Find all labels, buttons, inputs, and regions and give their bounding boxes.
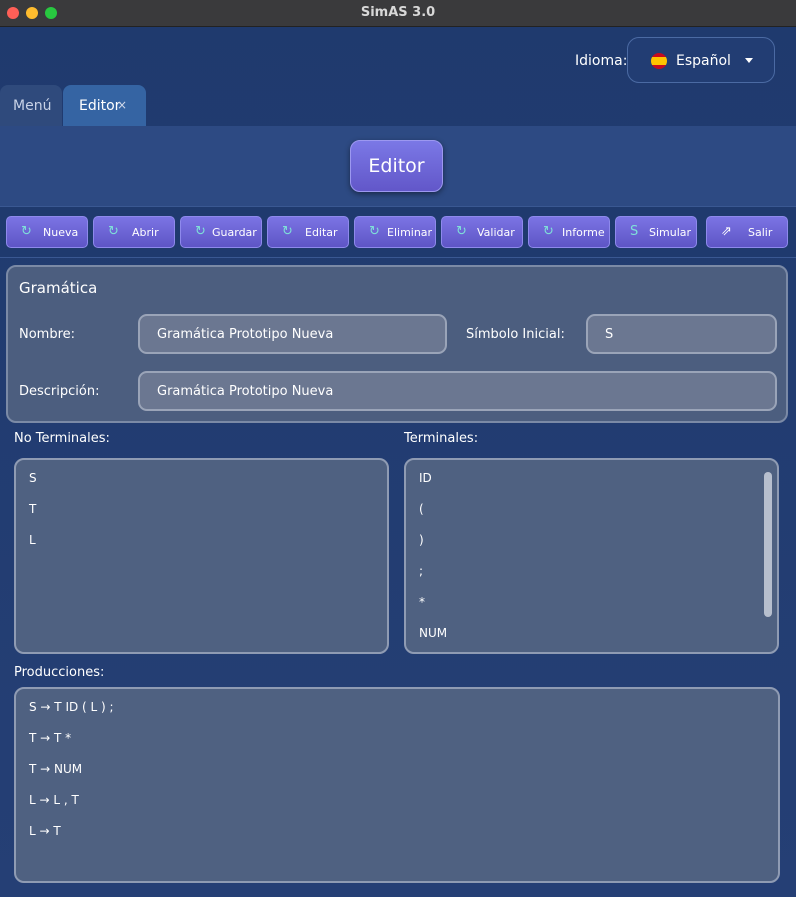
app-window: SimAS 3.0 Idioma: Español Menú Editor × …	[0, 0, 796, 897]
productions-list[interactable]: S → T ID ( L ) ; T → T * T → NUM L → L ,…	[14, 687, 780, 883]
open-button[interactable]: ↻ Abrir	[93, 216, 175, 248]
name-label: Nombre:	[19, 327, 76, 342]
spain-flag-icon	[651, 53, 667, 69]
terminals-list[interactable]: ID ( ) ; * NUM	[404, 458, 779, 654]
productions-label: Producciones:	[14, 665, 105, 680]
list-item[interactable]: ID	[419, 471, 432, 485]
list-item[interactable]: NUM	[419, 626, 447, 640]
list-item[interactable]: )	[419, 533, 424, 547]
report-button[interactable]: ↻ Informe	[528, 216, 610, 248]
language-label: Idioma:	[575, 53, 628, 69]
terminals-scrollbar[interactable]	[764, 472, 772, 617]
exit-icon: ⇗	[721, 224, 732, 239]
initial-symbol-field[interactable]: S	[586, 314, 777, 354]
name-field[interactable]: Gramática Prototipo Nueva	[138, 314, 447, 354]
non-terminals-list[interactable]: S T L	[14, 458, 389, 654]
list-item[interactable]: L	[29, 533, 36, 547]
open-icon: ↻	[108, 224, 119, 239]
delete-button[interactable]: ↻ Eliminar	[354, 216, 436, 248]
tab-menu-label: Menú	[13, 98, 52, 114]
tab-editor-label: Editor	[79, 98, 121, 114]
list-item[interactable]: S	[29, 471, 37, 485]
list-item[interactable]: L → T	[29, 824, 61, 838]
chevron-down-icon	[745, 58, 753, 63]
tab-editor[interactable]: Editor ×	[63, 85, 146, 126]
validate-button[interactable]: ↻ Validar	[441, 216, 523, 248]
exit-button[interactable]: ⇗ Salir	[706, 216, 788, 248]
description-field[interactable]: Gramática Prototipo Nueva	[138, 371, 777, 411]
name-value: Gramática Prototipo Nueva	[157, 327, 334, 342]
tab-menu[interactable]: Menú	[0, 85, 62, 126]
list-item[interactable]: T → T *	[29, 731, 71, 745]
window-title: SimAS 3.0	[360, 5, 436, 20]
toolbar: ↻ Nueva ↻ Abrir ↻ Guardar ↻ Editar ↻ Eliminar…	[0, 206, 796, 258]
save-button[interactable]: ↻ Guardar	[180, 216, 262, 248]
list-item[interactable]: L → L , T	[29, 793, 79, 807]
list-item[interactable]: S → T ID ( L ) ;	[29, 700, 114, 714]
list-item[interactable]: *	[419, 595, 425, 609]
title-bar: SimAS 3.0	[0, 0, 796, 27]
grammar-panel: Gramática Nombre: Gramática Prototipo Nu…	[6, 265, 788, 423]
language-select[interactable]: Español	[627, 37, 775, 83]
list-item[interactable]: T → NUM	[29, 762, 82, 776]
save-icon: ↻	[195, 224, 206, 239]
close-tab-icon[interactable]: ×	[117, 98, 127, 112]
editor-button[interactable]: Editor	[350, 140, 443, 192]
list-item[interactable]: ;	[419, 564, 423, 578]
delete-icon: ↻	[369, 224, 380, 239]
non-terminals-label: No Terminales:	[14, 431, 110, 446]
grammar-title: Gramática	[19, 279, 98, 297]
editor-header: Editor	[0, 126, 796, 206]
validate-icon: ↻	[456, 224, 467, 239]
simulate-icon: S	[630, 224, 639, 239]
list-item[interactable]: T	[29, 502, 36, 516]
terminals-label: Terminales:	[404, 431, 479, 446]
report-icon: ↻	[543, 224, 554, 239]
edit-icon: ↻	[282, 224, 293, 239]
language-value: Español	[676, 53, 731, 69]
new-icon: ↻	[21, 224, 32, 239]
description-label: Descripción:	[19, 384, 100, 399]
description-value: Gramática Prototipo Nueva	[157, 384, 334, 399]
list-item[interactable]: (	[419, 502, 424, 516]
initial-symbol-value: S	[605, 327, 614, 342]
simulate-button[interactable]: S Simular	[615, 216, 697, 248]
initial-symbol-label: Símbolo Inicial:	[466, 327, 565, 342]
edit-button[interactable]: ↻ Editar	[267, 216, 349, 248]
new-button[interactable]: ↻ Nueva	[6, 216, 88, 248]
